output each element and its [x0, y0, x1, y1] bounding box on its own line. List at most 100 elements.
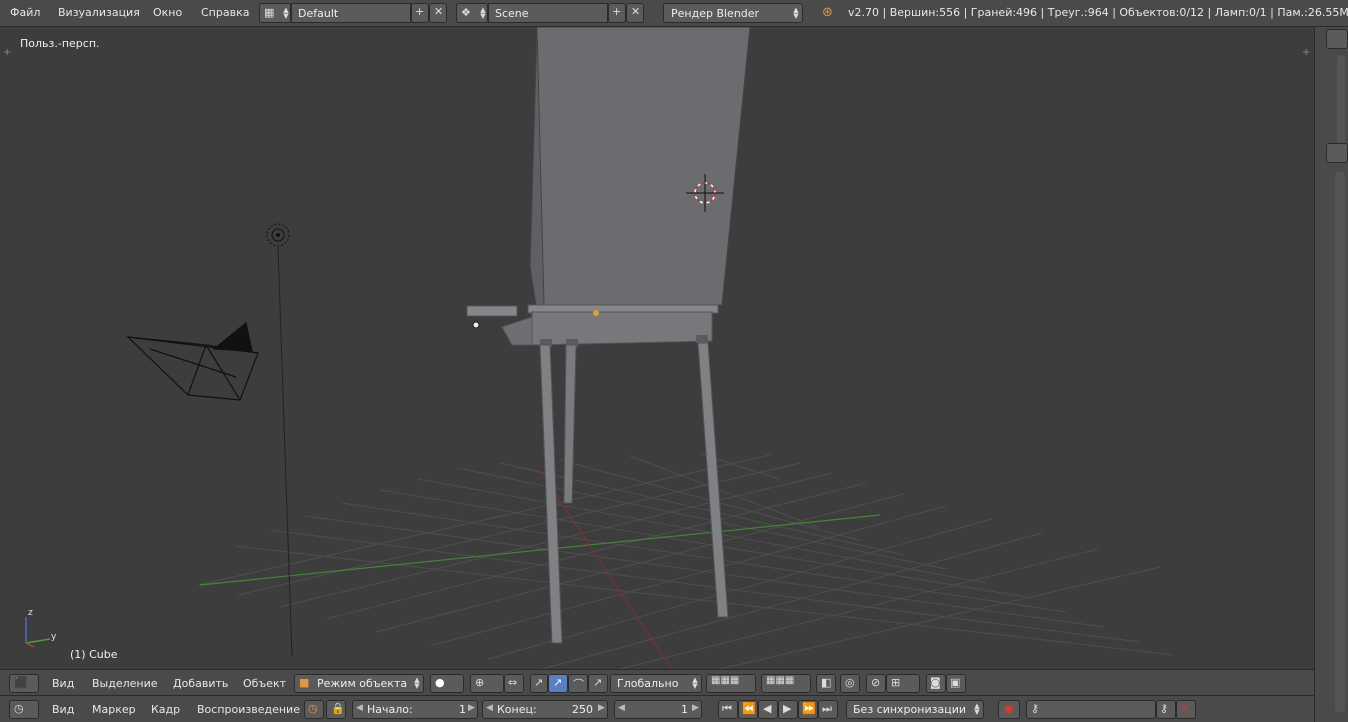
jump-to-start-button[interactable]: ⏮: [718, 700, 738, 719]
region-expand-icon[interactable]: +: [1302, 47, 1310, 58]
screen-layout-selector[interactable]: ▦ ▲ ▼: [259, 3, 291, 23]
skip-start-icon: ⏮: [722, 702, 732, 715]
current-frame-field[interactable]: ◀ 1 ▶: [614, 700, 702, 719]
end-frame-field[interactable]: ◀ Конец: 250 ▶: [482, 700, 608, 719]
camera-object[interactable]: [126, 321, 259, 401]
auto-keying-button[interactable]: ●: [998, 700, 1020, 719]
lamp-object[interactable]: [266, 223, 293, 658]
blender-logo-icon: ⊛: [822, 5, 833, 20]
properties-scrollbar[interactable]: [1335, 172, 1345, 712]
render-engine-selector[interactable]: Рендер Blender ▲ ▼: [663, 3, 803, 23]
timeline-header: ◷ Вид Маркер Кадр Воспроизведение ◷ 🔒 ◀ …: [0, 695, 1314, 722]
preview-range-toggle[interactable]: ◷: [304, 700, 324, 719]
key-delete-icon: ✕: [1180, 702, 1190, 715]
add-scene-button[interactable]: +: [608, 3, 626, 23]
axis-z-label: z: [28, 608, 33, 618]
menu-window[interactable]: Окно: [153, 6, 182, 19]
scene-name[interactable]: Scene: [488, 3, 608, 23]
lock-camera-button[interactable]: ◧: [816, 674, 836, 693]
region-expand-icon[interactable]: +: [3, 47, 11, 58]
viewport-scene: z y: [25, 27, 1175, 669]
scale-manipulator[interactable]: ↗: [588, 674, 608, 693]
insert-keyframe-button[interactable]: ⚷: [1156, 700, 1176, 719]
sync-mode-selector[interactable]: Без синхронизации ▲ ▼: [846, 700, 984, 719]
menu-select[interactable]: Выделение: [92, 677, 158, 690]
y-axis-line: [199, 514, 881, 586]
menu-add[interactable]: Добавить: [173, 677, 228, 690]
menu-marker[interactable]: Маркер: [92, 703, 136, 716]
next-keyframe-icon: ⏩: [802, 702, 816, 715]
move-manipulator[interactable]: ↗: [548, 674, 568, 693]
opengl-render-button[interactable]: ◙: [926, 674, 946, 693]
jump-to-keyframe-next-button[interactable]: ⏩: [798, 700, 818, 719]
menu-frame[interactable]: Кадр: [151, 703, 180, 716]
menu-help[interactable]: Справка: [201, 6, 249, 19]
remove-screen-button[interactable]: ✕: [429, 3, 447, 23]
chair-model[interactable]: [466, 27, 751, 644]
editor-type-selector[interactable]: ◷: [9, 700, 39, 719]
scene-selector[interactable]: ❖ ▲ ▼: [456, 3, 488, 23]
translate-manipulator[interactable]: ↗: [530, 674, 548, 693]
layer-grid-icon: ▦▦▦: [766, 675, 795, 686]
jump-to-keyframe-prev-button[interactable]: ⏪: [738, 700, 758, 719]
transform-orientation-selector[interactable]: Глобально ▲ ▼: [610, 674, 702, 693]
menu-object[interactable]: Объект: [243, 677, 286, 690]
plus-icon: +: [415, 5, 425, 18]
info-header: Файл Визуализация Окно Справка ▦ ▲ ▼ Defa…: [0, 0, 1348, 27]
menu-file[interactable]: Файл: [10, 6, 40, 19]
plus-icon: +: [612, 5, 622, 18]
object-mode-icon: ■: [299, 676, 310, 689]
rotate-manipulator[interactable]: ⌒: [568, 674, 588, 693]
menu-view[interactable]: Вид: [52, 677, 74, 690]
view-name-label: Польз.-персп.: [20, 37, 100, 50]
keying-set-field[interactable]: ⚷: [1026, 700, 1156, 719]
clapboard-icon: ▣: [950, 676, 961, 689]
camera-icon: ◙: [930, 676, 941, 689]
proportional-edit-button[interactable]: ◎: [840, 674, 860, 693]
start-frame-field[interactable]: ◀ Начало: 1 ▶: [352, 700, 478, 719]
layer-grid-icon: ▦▦▦: [711, 675, 740, 686]
play-icon: ▶: [783, 702, 792, 715]
snap-element-selector[interactable]: ⊞: [886, 674, 920, 693]
properties-editor-button[interactable]: [1326, 143, 1348, 163]
delete-keyframe-button[interactable]: ✕: [1176, 700, 1196, 719]
play-reverse-icon: ◀: [763, 702, 772, 715]
3d-viewport[interactable]: z y Польз.-персп. (1) Cube + +: [0, 27, 1314, 669]
rotate-icon: ⌒: [573, 678, 584, 691]
layers-row-2[interactable]: ▦▦▦: [761, 674, 811, 693]
properties-editor-strip[interactable]: [1314, 27, 1348, 722]
manipulator-icon: ⇔: [508, 676, 518, 689]
jump-to-end-button[interactable]: ⏭: [818, 700, 838, 719]
add-screen-button[interactable]: +: [411, 3, 429, 23]
screen-layout-name[interactable]: Default: [291, 3, 411, 23]
layers-row-1[interactable]: ▦▦▦: [706, 674, 756, 693]
play-reverse-button[interactable]: ◀: [758, 700, 778, 719]
menu-render[interactable]: Визуализация: [58, 6, 140, 19]
outliner-scrollbar[interactable]: [1337, 55, 1345, 145]
editor-type-selector[interactable]: ⬛: [9, 674, 39, 693]
viewport-shading-selector[interactable]: ●: [430, 674, 464, 693]
solid-shading-icon: ●: [435, 676, 445, 689]
pivot-point-selector[interactable]: ⊕: [470, 674, 504, 693]
play-button[interactable]: ▶: [778, 700, 798, 719]
pivot-icon: ⊕: [475, 676, 485, 689]
remove-scene-button[interactable]: ✕: [626, 3, 644, 23]
lock-time-toggle[interactable]: 🔒: [326, 700, 346, 719]
outliner-editor-button[interactable]: [1326, 29, 1348, 49]
close-icon: ✕: [434, 5, 444, 18]
snap-toggle[interactable]: ⊘: [866, 674, 886, 693]
layout-grid-icon: ▦: [264, 6, 275, 19]
menu-playback[interactable]: Воспроизведение: [197, 703, 300, 716]
key-insert-icon: ⚷: [1160, 702, 1169, 715]
manipulator-toggle[interactable]: ⇔: [504, 674, 524, 693]
cube-icon: ⬛: [14, 676, 28, 689]
scene-statistics: v2.70 | Вершин:556 | Граней:496 | Треуг.…: [848, 6, 1348, 19]
prev-keyframe-icon: ⏪: [742, 702, 756, 715]
lock-icon: 🔒: [331, 702, 345, 715]
3d-view-header: ⬛ Вид Выделение Добавить Объект ■ Режим …: [0, 669, 1314, 695]
opengl-animation-button[interactable]: ▣: [946, 674, 966, 693]
magnet-icon: ⊘: [871, 676, 881, 689]
menu-view[interactable]: Вид: [52, 703, 74, 716]
interaction-mode-selector[interactable]: ■ Режим объекта ▲ ▼: [294, 674, 424, 693]
arrow-icon: ↗: [553, 676, 563, 689]
